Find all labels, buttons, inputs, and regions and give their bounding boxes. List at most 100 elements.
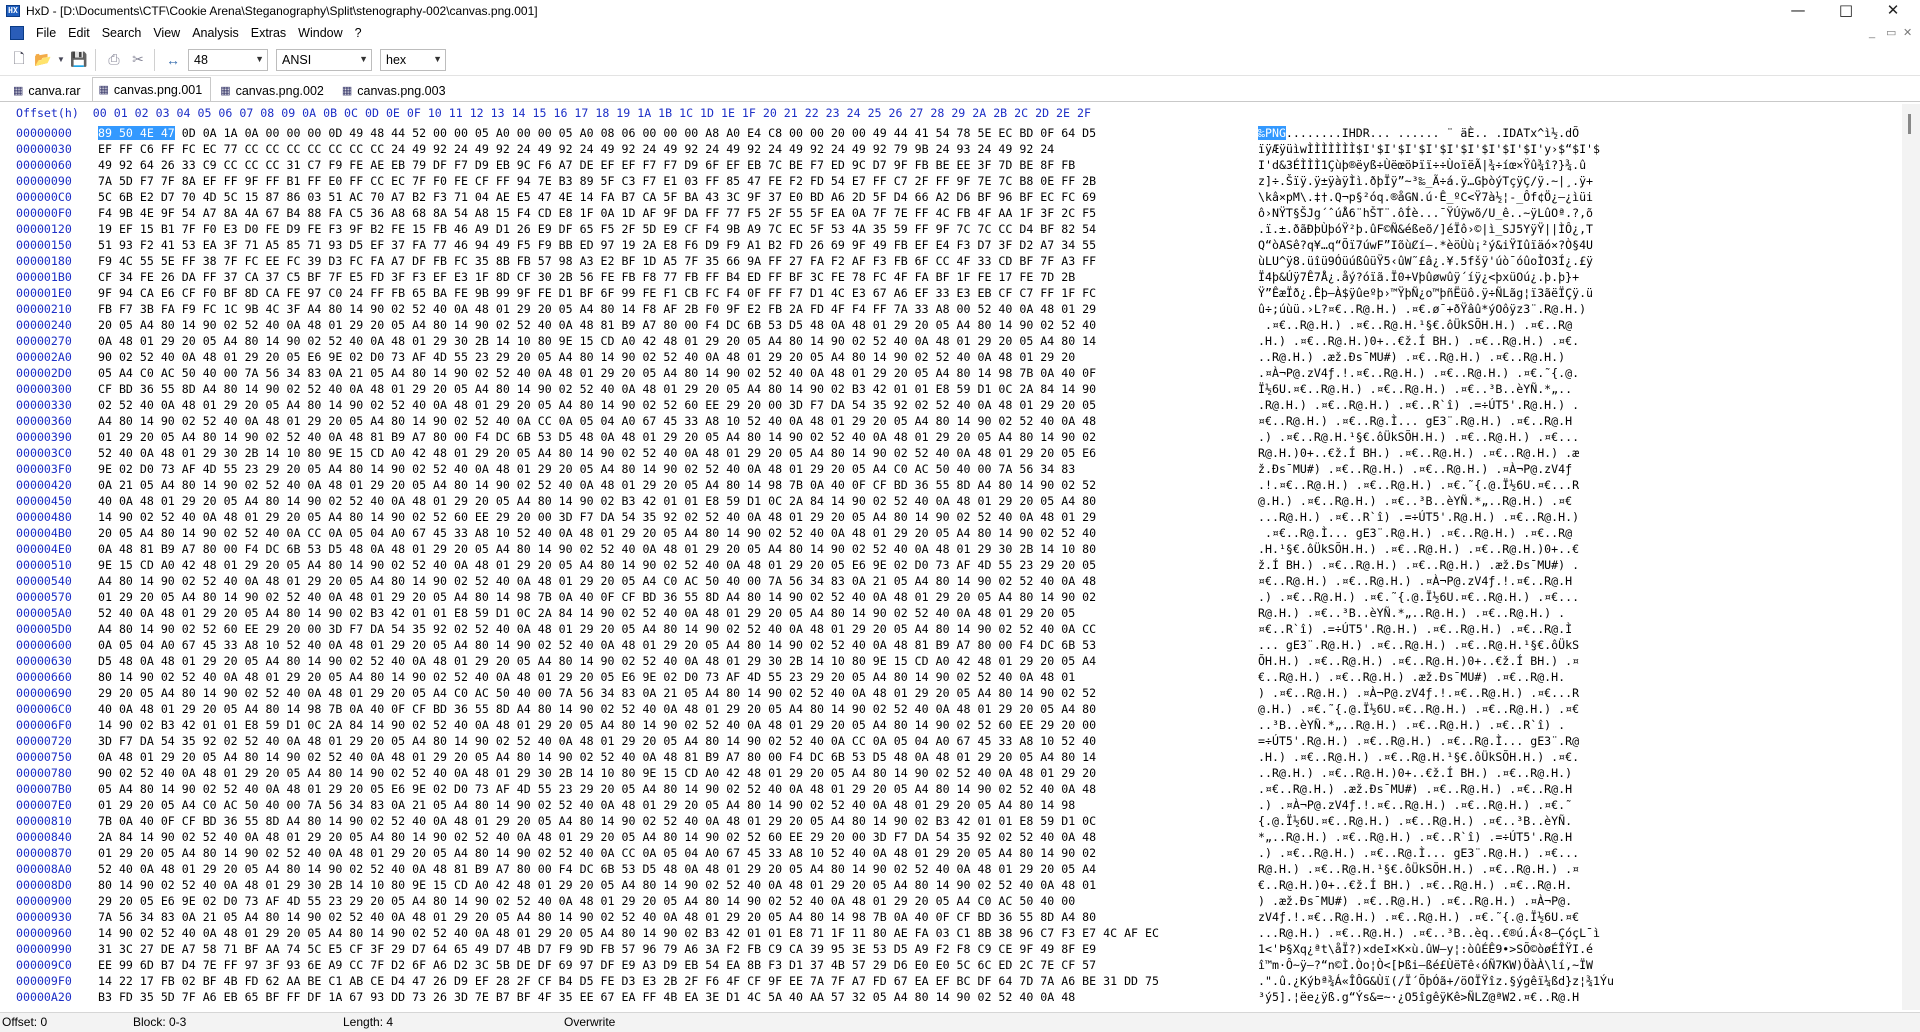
row-ascii[interactable]: \kâ×pM\.‡†.Q¬p§²óq.®åGN.ú·Ê_ºC<Ÿ7à½¦-_Ôf… — [1258, 189, 1593, 205]
row-hex-bytes[interactable]: 14 90 02 52 40 0A 48 01 29 20 05 A4 80 1… — [98, 509, 1096, 525]
row-hex-bytes[interactable]: A4 80 14 90 02 52 40 0A 48 01 29 20 05 A… — [98, 413, 1096, 429]
row-hex-bytes[interactable]: 2A 84 14 90 02 52 40 0A 48 01 29 20 05 A… — [98, 829, 1096, 845]
row-ascii[interactable]: 1<'Þ§Xq¿ªt\åÏ?)×deI×K×ù.ûW–y¦:òûÉÊ9•>SÕ©… — [1258, 941, 1593, 957]
row-hex-bytes[interactable]: 7A 56 34 83 0A 21 05 A4 80 14 90 02 52 4… — [98, 909, 1096, 925]
hex-row[interactable]: 000000F0 F4 9B 4E 9F 54 A7 8A 4A 67 B4 88… — [0, 205, 1900, 221]
row-ascii[interactable]: .) .¤€..R@.H.) .¤€..R@.Ì... gE3¨.R@.H.) … — [1258, 845, 1579, 861]
row-ascii[interactable]: €..R@.H.)0+..€ž.Í BH.) .¤€..R@.H.) .¤€..… — [1258, 877, 1572, 893]
row-ascii[interactable]: I'd&3ÉÌÌÌ1Çùþ®ëyß÷ÙëœöÞïï÷÷ÙoïëÃ|¾÷íœ×Ÿû… — [1258, 157, 1586, 173]
hex-row[interactable]: 00000960 14 90 02 52 40 0A 48 01 29 20 05… — [0, 925, 1900, 941]
hex-editor[interactable]: Offset(h) 00 01 02 03 04 05 06 07 08 09 … — [0, 103, 1920, 1011]
row-ascii[interactable]: ¤€..R@.H.) .¤€..R@.Ì... gE3¨.R@.H.) .¤€.… — [1258, 413, 1572, 429]
row-ascii[interactable]: Ÿ”ÊæÏð¿.Êþ—À$ÿûeºþ›™ŸþÑ¿o™þñËüô.ÿ÷ÑLãg¦ï… — [1258, 285, 1593, 301]
row-ascii[interactable]: Ï½6U.¤€..R@.H.) .¤€..R@.H.) .¤€..³B..èYÑ… — [1258, 381, 1572, 397]
tab-canvas-png-003[interactable]: ▦ canvas.png.003 — [335, 79, 455, 101]
row-hex-bytes[interactable]: FB F7 3B FA F9 FC 1C 9B 4C 3F A4 80 14 9… — [98, 301, 1096, 317]
row-ascii[interactable]: .) .¤€..R@.H.¹§€.ôÜkSÕH.H.) .¤€..R@.H.) … — [1258, 429, 1579, 445]
row-ascii[interactable]: ) .¤€..R@.H.) .¤À¬P@.zV4ƒ.!.¤€..R@.H.) .… — [1258, 685, 1579, 701]
status-mode[interactable]: Overwrite — [564, 1015, 615, 1029]
row-hex-bytes[interactable]: 9F 94 CA E6 CF F0 BF 8D CA FE 97 C0 24 F… — [98, 285, 1096, 301]
row-ascii[interactable]: ô›NŸT§ŠJg´ˆúÅ6¨hŠT¨.ôÍè...¯ŸÚÿwõ/U_ê..~ÿ… — [1258, 205, 1593, 221]
menu-file[interactable]: File — [30, 23, 62, 43]
hex-row[interactable]: 000008D0 80 14 90 02 52 40 0A 48 01 29 30… — [0, 877, 1900, 893]
hex-row[interactable]: 00000510 9E 15 CD A0 42 48 01 29 20 05 A4… — [0, 557, 1900, 573]
row-ascii[interactable]: ïÿÆÿüìwÌÌÌÌÌÌÌ$I'$I'$I'$I'$I'$I'$I'$I'$I… — [1258, 141, 1600, 157]
row-ascii[interactable]: ÕH.H.) .¤€..R@.H.) .¤€..R@.H.)0+..€ž.Í B… — [1258, 653, 1579, 669]
row-ascii[interactable]: Ï4þ&Úÿ7Ê7Å¿.åý?óïã.Ï0+Vþûøwûÿ´íÿ¿<þxüOú¿… — [1258, 269, 1579, 285]
hex-row[interactable]: 00000240 20 05 A4 80 14 90 02 52 40 0A 48… — [0, 317, 1900, 333]
hex-row[interactable]: 00000150 51 93 F2 41 53 EA 3F 71 A5 85 71… — [0, 237, 1900, 253]
row-ascii[interactable]: ...R@.H.) .¤€..R`î) .=÷ÚT5'.R@.H.) .¤€..… — [1258, 509, 1579, 525]
maximize-button[interactable]: □ — [1823, 0, 1869, 22]
vertical-scrollbar[interactable] — [1902, 104, 1920, 1010]
minimize-button[interactable]: — — [1775, 0, 1821, 22]
row-hex-bytes[interactable]: 14 90 02 52 40 0A 48 01 29 20 05 A4 80 1… — [98, 925, 1159, 941]
hex-row[interactable]: 00000810 7B 0A 40 0F CF BD 36 55 8D A4 80… — [0, 813, 1900, 829]
selected-ascii[interactable]: ‰PNG — [1258, 126, 1286, 140]
row-hex-bytes[interactable]: A4 80 14 90 02 52 40 0A 48 01 29 20 05 A… — [98, 573, 1096, 589]
hex-row[interactable]: 00000360 A4 80 14 90 02 52 40 0A 48 01 29… — [0, 413, 1900, 429]
tab-canvas-png-001[interactable]: ▦ canvas.png.001 — [91, 77, 212, 101]
row-hex-bytes[interactable]: 31 3C 27 DE A7 58 71 BF AA 74 5C E5 CF 3… — [98, 941, 1096, 957]
row-ascii[interactable]: .) .¤€..R@.H.) .¤€.˜{.@.Ï½6U.¤€..R@.H.) … — [1258, 589, 1579, 605]
hex-row[interactable]: 00000990 31 3C 27 DE A7 58 71 BF AA 74 5C… — [0, 941, 1900, 957]
hex-row[interactable]: 00000030 EF FF C6 FF FC EC 77 CC CC CC CC… — [0, 141, 1900, 157]
hex-row[interactable]: 000001E0 9F 94 CA E6 CF F0 BF 8D CA FE 97… — [0, 285, 1900, 301]
hex-row[interactable]: 00000450 40 0A 48 01 29 20 05 A4 80 14 90… — [0, 493, 1900, 509]
mdi-restore-button[interactable]: ▭ — [1886, 22, 1896, 44]
menu-search[interactable]: Search — [96, 23, 148, 43]
hex-row[interactable]: 00000780 90 02 52 40 0A 48 01 29 20 05 A4… — [0, 765, 1900, 781]
open-dropdown-icon[interactable]: ▼ — [56, 49, 66, 71]
row-ascii[interactable]: @.H.) .¤€.˜{.@.Ï½6U.¤€..R@.H.) .¤€..R@.H… — [1258, 701, 1579, 717]
hex-row[interactable]: 000009C0 EE 99 6D B7 D4 7E FF 97 3F 93 6E… — [0, 957, 1900, 973]
new-file-icon[interactable]: 🗋 — [8, 49, 30, 71]
hex-row[interactable]: 00000390 01 29 20 05 A4 80 14 90 02 52 40… — [0, 429, 1900, 445]
row-ascii[interactable]: .¤€..R@.H.) .¤€..R@.H.¹§€.ôÜkSÕH.H.) .¤€… — [1258, 317, 1572, 333]
row-ascii[interactable]: R@.H.) .¤€..R@.H.¹§€.ôÜkSÕH.H.) .¤€..R@.… — [1258, 861, 1579, 877]
row-ascii[interactable]: ¤€..R@.H.) .¤€..R@.H.) .¤À¬P@.zV4ƒ.!.¤€.… — [1258, 573, 1572, 589]
tab-canva-rar[interactable]: ▦ canva.rar — [6, 79, 90, 101]
row-ascii[interactable]: .¤€..R@.H.) .æž.Ðs¯MU#) .¤€..R@.H.) .¤€.… — [1258, 781, 1572, 797]
row-ascii[interactable]: .".û.¿Kýbª¾Á«ÎÔG&Ùï(/Ï´ÕþÓã+/öOÏŸîz.§ýgê… — [1258, 973, 1614, 989]
menu-view[interactable]: View — [147, 23, 186, 43]
row-ascii[interactable]: ..R@.H.) .æž.Ðs¯MU#) .¤€..R@.H.) .¤€..R@… — [1258, 349, 1572, 365]
row-hex-bytes[interactable]: CF 34 FE 26 DA FF 37 CA 37 C5 BF 7F E5 F… — [98, 269, 1075, 285]
row-hex-bytes[interactable]: 80 14 90 02 52 40 0A 48 01 29 20 05 A4 8… — [98, 669, 1075, 685]
hex-row[interactable]: 00000690 29 20 05 A4 80 14 90 02 52 40 0A… — [0, 685, 1900, 701]
row-ascii[interactable]: î™m·Ô~ÿ—?“n©Ì.Òo¦Ò<[Þßi—ßé£ÙëTê‹óÑ7KW)Öà… — [1258, 957, 1593, 973]
row-ascii[interactable]: ¤€..R`î) .=÷ÚT5'.R@.H.) .¤€..R@.H.) .¤€.… — [1258, 621, 1572, 637]
display-mode-select[interactable]: hex ▼ — [380, 48, 446, 71]
hex-row[interactable]: 00000480 14 90 02 52 40 0A 48 01 29 20 05… — [0, 509, 1900, 525]
row-hex-bytes[interactable]: 20 05 A4 80 14 90 02 52 40 0A CC 0A 05 0… — [98, 525, 1096, 541]
row-ascii[interactable]: {.@.Ï½6U.¤€..R@.H.) .¤€..R@.H.) .¤€..³B.… — [1258, 813, 1572, 829]
row-hex-bytes[interactable]: 01 29 20 05 A4 80 14 90 02 52 40 0A 48 0… — [98, 589, 1096, 605]
row-hex-bytes[interactable]: 01 29 20 05 A4 80 14 90 02 52 40 0A 48 0… — [98, 845, 1096, 861]
row-ascii[interactable]: ...R@.H.) .¤€..R@.H.) .¤€..³B..èq..€®ú.Á… — [1258, 925, 1600, 941]
row-ascii[interactable]: ³ý5].¦ëe¿ÿß.g“Ýs&=~·¿O5îgêÿKê>ÑLZ@ªW2.¤€… — [1258, 989, 1579, 1005]
row-hex-bytes[interactable]: 05 A4 C0 AC 50 40 00 7A 56 34 83 0A 21 0… — [98, 365, 1096, 381]
hex-row[interactable]: 000002A0 90 02 52 40 0A 48 01 29 20 05 E6… — [0, 349, 1900, 365]
row-hex-bytes[interactable]: D5 48 0A 48 01 29 20 05 A4 80 14 90 02 5… — [98, 653, 1096, 669]
hex-row[interactable]: 00000180 F9 4C 55 5E FF 38 7F FC EE FC 39… — [0, 253, 1900, 269]
row-hex-bytes[interactable]: 89 50 4E 47 0D 0A 1A 0A 00 00 00 0D 49 4… — [98, 125, 1096, 141]
hex-row[interactable]: 000003C0 52 40 0A 48 01 29 30 2B 14 10 80… — [0, 445, 1900, 461]
row-ascii[interactable]: .!.¤€..R@.H.) .¤€..R@.H.) .¤€.˜{.@.Ï½6U.… — [1258, 477, 1579, 493]
row-hex-bytes[interactable]: 7A 5D F7 7F 8A EF FF 9F FF B1 FF E0 FF C… — [98, 173, 1096, 189]
hex-row[interactable]: 00000300 CF BD 36 55 8D A4 80 14 90 02 52… — [0, 381, 1900, 397]
row-hex-bytes[interactable]: 0A 48 01 29 20 05 A4 80 14 90 02 52 40 0… — [98, 749, 1096, 765]
menu-help[interactable]: ? — [349, 23, 368, 43]
charset-select[interactable]: ANSI ▼ — [276, 48, 372, 71]
hex-row[interactable]: 00000120 19 EF 15 B1 7F F0 E3 D0 FE D9 FE… — [0, 221, 1900, 237]
row-ascii[interactable]: ‰PNG........IHDR... ...... ¨ äÈ.. .IDATx… — [1258, 125, 1579, 141]
row-hex-bytes[interactable]: 19 EF 15 B1 7F F0 E3 D0 FE D9 FE F3 9F B… — [98, 221, 1096, 237]
row-ascii[interactable]: Q“òASê?q¥…q“Õï7úwF”IõùȻí—.*èöÙù¡²ý&iŸIûï… — [1258, 237, 1593, 253]
row-hex-bytes[interactable]: 29 20 05 A4 80 14 90 02 52 40 0A 48 01 2… — [98, 685, 1096, 701]
row-ascii[interactable]: @.H.) .¤€..R@.H.) .¤€..³B..èYÑ.*„..R@.H.… — [1258, 493, 1572, 509]
row-ascii[interactable]: z]÷.Šïÿ.ÿ±ÿàÿÌì.ðþÏÿ”~³‰_Ã÷á.ÿ…GþòýTçÿÇ/… — [1258, 173, 1593, 189]
mdi-close-button[interactable]: ✕ — [1903, 22, 1912, 44]
row-hex-bytes[interactable]: 01 29 20 05 A4 80 14 90 02 52 40 0A 48 8… — [98, 429, 1096, 445]
hex-row[interactable]: 000006C0 40 0A 48 01 29 20 05 A4 80 14 98… — [0, 701, 1900, 717]
row-hex-bytes[interactable]: 51 93 F2 41 53 EA 3F 71 A5 85 71 93 D5 E… — [98, 237, 1096, 253]
hex-row[interactable]: 000005A0 52 40 0A 48 01 29 20 05 A4 80 14… — [0, 605, 1900, 621]
row-hex-bytes[interactable]: EF FF C6 FF FC EC 77 CC CC CC CC CC CC C… — [98, 141, 1054, 157]
